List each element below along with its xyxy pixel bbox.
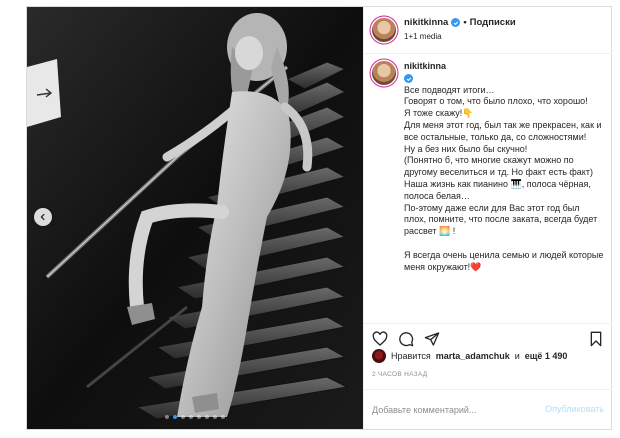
comment-input[interactable] — [372, 402, 522, 418]
caption-line: Говорят о том, что было плохо, что хорош… — [404, 96, 588, 107]
liker-username[interactable]: marta_adamchuk — [436, 351, 510, 361]
carousel-dot — [189, 415, 193, 419]
carousel-dot — [213, 415, 217, 419]
photo-staircase — [27, 7, 363, 429]
carousel-dot — [205, 415, 209, 419]
likes-line: Нравится marta_adamchuk и ещё 1 490 — [372, 349, 567, 363]
caption-line: Для меня этот год, был так же прекрасен,… — [404, 119, 602, 142]
likes-count[interactable]: ещё 1 490 — [525, 351, 568, 361]
caption-line: Ну а без них было бы скучно! — [404, 143, 528, 154]
media-info: 1+1 media — [404, 32, 442, 41]
verified-icon — [404, 74, 413, 84]
liker-avatar[interactable] — [372, 349, 386, 363]
separator-dot: • — [463, 17, 467, 28]
header-username[interactable]: nikitkinna — [404, 17, 448, 28]
caption-line: Я тоже скажу!👇 — [404, 108, 474, 119]
avatar[interactable] — [372, 18, 396, 42]
carousel-indicator — [27, 415, 363, 419]
verified-icon — [451, 18, 461, 27]
caption-avatar[interactable] — [372, 61, 396, 85]
carousel-prev-button[interactable] — [34, 208, 52, 226]
carousel-dot — [165, 415, 169, 419]
heart-icon[interactable] — [372, 331, 388, 347]
likes-prefix: Нравится — [391, 351, 431, 361]
caption-line: Все подводят итоги… — [404, 84, 495, 95]
bookmark-icon[interactable] — [588, 331, 604, 347]
post-sidebar: nikitkinna • Подписки 1+1 media nikitkin… — [363, 7, 612, 429]
likes-conjunction: и — [514, 351, 520, 361]
post-caption: nikitkinna Все подводят итоги… Говорят о… — [364, 53, 612, 323]
caption-text: nikitkinna Все подводят итоги… Говорят о… — [404, 61, 604, 273]
carousel-dot — [181, 415, 185, 419]
carousel-dot — [197, 415, 201, 419]
header-user: nikitkinna • Подписки — [404, 17, 516, 28]
post-header: nikitkinna • Подписки 1+1 media — [364, 7, 612, 54]
share-icon[interactable] — [424, 331, 440, 347]
chevron-left-icon — [40, 213, 45, 221]
caption-line: Наша жизнь как пианино 🎹, полоса чёрная,… — [404, 178, 591, 201]
following-button[interactable]: Подписки — [470, 17, 516, 28]
comment-icon[interactable] — [398, 331, 414, 347]
carousel-dot-active — [173, 415, 177, 419]
comment-box: Опубликовать — [364, 389, 612, 430]
caption-username[interactable]: nikitkinna — [404, 61, 446, 71]
post-media[interactable] — [27, 7, 363, 429]
carousel-dot — [221, 415, 225, 419]
caption-line: (Понятно б, что многие скажут можно по д… — [404, 155, 593, 178]
caption-line: По-этому даже если для Вас этот год был … — [404, 202, 598, 237]
instagram-post: nikitkinna • Подписки 1+1 media nikitkin… — [26, 6, 612, 430]
post-timestamp[interactable]: 2 ЧАСОВ НАЗАД — [372, 371, 427, 378]
publish-button[interactable]: Опубликовать — [545, 404, 604, 414]
caption-line: Я всегда очень ценила семью и людей кото… — [404, 249, 604, 272]
